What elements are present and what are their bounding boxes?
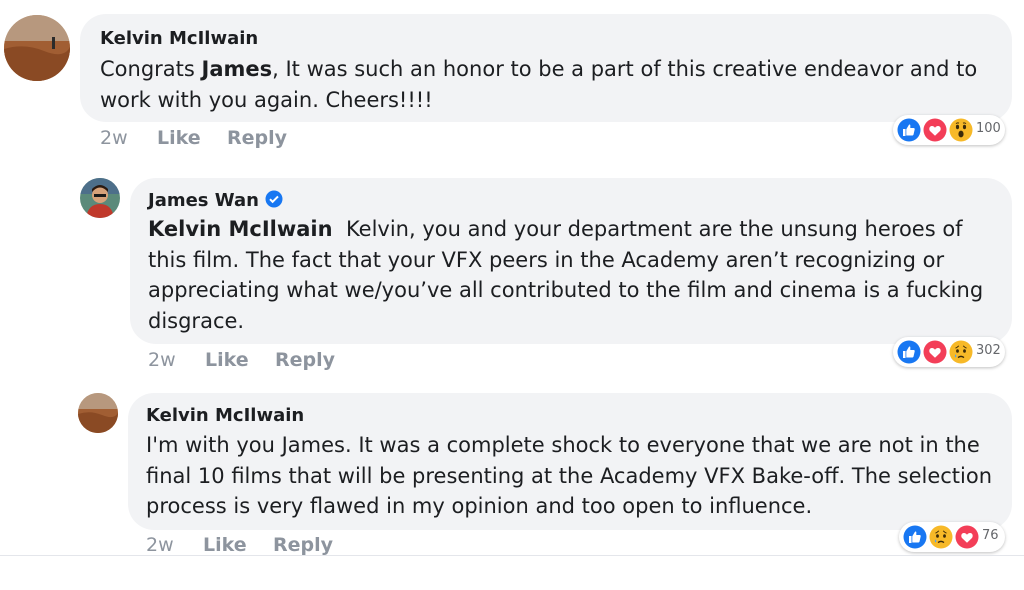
comment-timestamp[interactable]: 2w [146, 534, 174, 556]
reply-button[interactable]: Reply [273, 534, 333, 556]
author-name: James Wan [148, 190, 259, 211]
comment-timestamp[interactable]: 2w [100, 127, 128, 149]
like-icon [897, 118, 921, 142]
love-icon [923, 118, 947, 142]
reaction-count: 100 [976, 121, 1001, 136]
comment-author[interactable]: James Wan [148, 190, 283, 211]
mention-link[interactable]: Kelvin McIlwain [148, 217, 333, 241]
reactions-summary[interactable]: 100 [893, 115, 1005, 145]
wow-icon [949, 118, 973, 142]
like-button[interactable]: Like [205, 349, 249, 371]
like-icon [897, 340, 921, 364]
reaction-count: 76 [982, 528, 999, 543]
comment-text: Kelvin McIlwain Kelvin, you and your dep… [148, 214, 1000, 336]
avatar[interactable] [78, 393, 118, 433]
reaction-count: 302 [976, 343, 1001, 358]
comment-text: I'm with you James. It was a complete sh… [146, 433, 993, 518]
comment-text: Congrats James, It was such an honor to … [100, 54, 1000, 115]
avatar[interactable] [4, 15, 70, 81]
love-icon [923, 340, 947, 364]
mention-link[interactable]: James [202, 57, 273, 81]
avatar-desert-image [4, 15, 70, 81]
love-icon [955, 525, 979, 549]
like-icon [903, 525, 927, 549]
avatar-person-image [80, 178, 120, 218]
reply-button[interactable]: Reply [227, 127, 287, 149]
comment-author[interactable]: Kelvin McIlwain [100, 28, 258, 49]
comment-timestamp[interactable]: 2w [148, 349, 176, 371]
reply-button[interactable]: Reply [275, 349, 335, 371]
sad-icon [929, 525, 953, 549]
avatar[interactable] [80, 178, 120, 218]
like-button[interactable]: Like [157, 127, 201, 149]
comment-text-prefix: Congrats [100, 57, 202, 81]
avatar-desert-image [78, 393, 118, 433]
reactions-summary[interactable]: 76 [899, 522, 1005, 552]
bottom-divider [0, 555, 1024, 556]
comment-author[interactable]: Kelvin McIlwain [146, 405, 304, 426]
like-button[interactable]: Like [203, 534, 247, 556]
reactions-summary[interactable]: 302 [893, 337, 1005, 367]
sad-icon [949, 340, 973, 364]
verified-badge-icon [265, 190, 283, 208]
